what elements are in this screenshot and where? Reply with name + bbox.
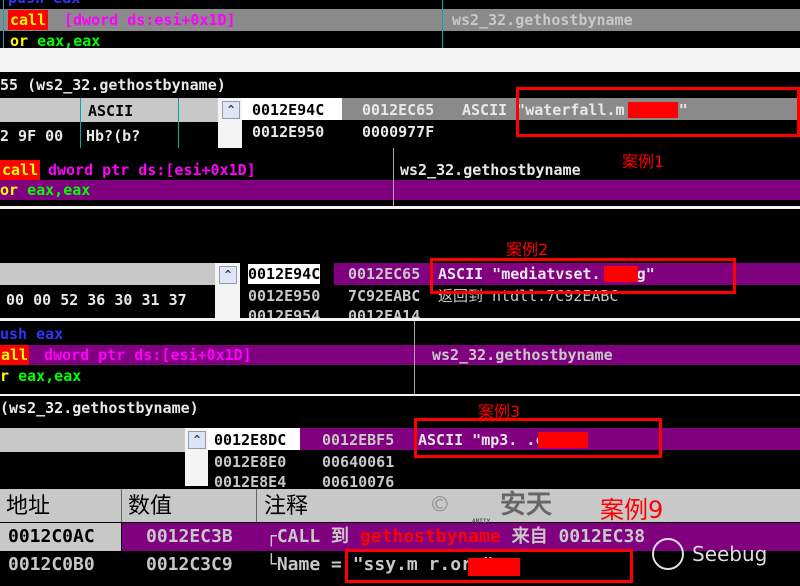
row-address: 0012C0AC — [8, 526, 95, 547]
column-divider — [442, 0, 443, 48]
pane-separator[interactable] — [0, 206, 800, 209]
case-label: 案例1 — [622, 152, 665, 171]
copyright-icon: © — [432, 490, 448, 520]
column-divider — [256, 489, 257, 522]
stack-value: 00640061 — [322, 453, 395, 471]
disasm-row-push[interactable]: push eax — [8, 0, 80, 8]
info-line: 55 (ws2_32.gethostbyname) — [0, 76, 226, 94]
highlight-box — [430, 258, 736, 294]
column-divider — [3, 0, 4, 48]
disasm-row-or[interactable]: or eax,eax — [0, 180, 90, 200]
stack-value: 0012EC65 — [362, 101, 435, 119]
column-divider — [393, 148, 394, 208]
scroll-up-icon[interactable]: ^ — [219, 266, 237, 284]
disasm-row-or[interactable]: r eax,eax — [0, 366, 81, 386]
column-divider — [414, 321, 415, 395]
disasm-comment: ws2_32.gethostbyname — [400, 161, 581, 179]
stack-addr: 0012E950 — [248, 287, 321, 305]
case-label: 案例2 — [506, 240, 549, 259]
row-value: 0012EC3B — [146, 526, 233, 547]
disasm-mnemonic: all — [0, 345, 30, 365]
disasm-operand: dword ptr ds:[esi+0x1D] — [44, 346, 252, 364]
disasm-comment: ws2_32.gethostbyname — [432, 346, 613, 364]
disasm-row-selected[interactable] — [0, 180, 800, 200]
dump-hex: 00 00 52 36 30 31 37 — [6, 291, 187, 309]
pane-separator[interactable] — [0, 394, 800, 396]
row-comment: ┌CALL 到 gethostbyname 来自 0012EC38 — [266, 526, 646, 547]
antiy-watermark: 安天 — [500, 490, 553, 520]
disasm-row-push[interactable]: ush eax — [0, 324, 63, 344]
dump-header-ascii[interactable]: ASCII — [88, 101, 133, 121]
disasm-mnemonic: call — [8, 10, 49, 30]
dump-hex: 2 9F 00 — [0, 127, 64, 145]
disasm-operand: [dword ds:esi+0x1D] — [64, 11, 236, 29]
stack-value: 0012EC65 — [348, 265, 421, 283]
stack-addr[interactable]: 0012E8DC — [214, 430, 286, 450]
column-header-comment[interactable]: 注释 — [264, 494, 308, 520]
column-header-value[interactable]: 数值 — [128, 494, 172, 520]
column-divider — [121, 489, 122, 522]
dump-ascii: Hb?(b? — [86, 127, 141, 145]
stack-addr: 0012E8E0 — [214, 453, 287, 471]
stack-value: 0000977F — [362, 123, 435, 141]
image-divider — [0, 318, 800, 321]
highlight-box — [414, 418, 662, 458]
highlight-box — [345, 549, 633, 583]
column-header-address[interactable]: 地址 — [6, 494, 50, 520]
pane-separator[interactable] — [0, 48, 800, 72]
stack-value: 7C92EABC — [348, 287, 421, 305]
stack-addr[interactable]: 0012E94C — [252, 100, 324, 120]
table-header — [0, 489, 800, 522]
case-label: 案例9 — [600, 496, 664, 524]
disasm-operand: dword ptr ds:[esi+0x1D] — [48, 161, 256, 179]
info-line: (ws2_32.gethostbyname) — [0, 399, 199, 417]
disasm-mnemonic: call — [0, 160, 41, 180]
stack-addr[interactable]: 0012E94C — [248, 264, 321, 284]
dump-header — [0, 428, 185, 452]
stack-addr: 0012E954 — [248, 307, 321, 325]
disasm-comment: ws2_32.gethostbyname — [452, 11, 633, 29]
row-value: 0012C3C9 — [146, 554, 233, 575]
stack-value: 0012EBF5 — [322, 431, 395, 449]
stack-addr: 0012E950 — [252, 123, 325, 141]
scroll-up-icon[interactable]: ^ — [188, 431, 206, 449]
column-divider — [80, 98, 81, 148]
column-divider — [178, 98, 179, 148]
seebug-watermark: Seebug — [692, 542, 768, 566]
row-address: 0012C0B0 — [8, 554, 95, 575]
highlight-box — [516, 87, 800, 137]
seebug-logo-icon — [652, 538, 684, 570]
stack-value: 0012EA14 — [348, 307, 421, 325]
dump-header — [0, 263, 215, 285]
scroll-up-icon[interactable]: ^ — [222, 101, 240, 119]
